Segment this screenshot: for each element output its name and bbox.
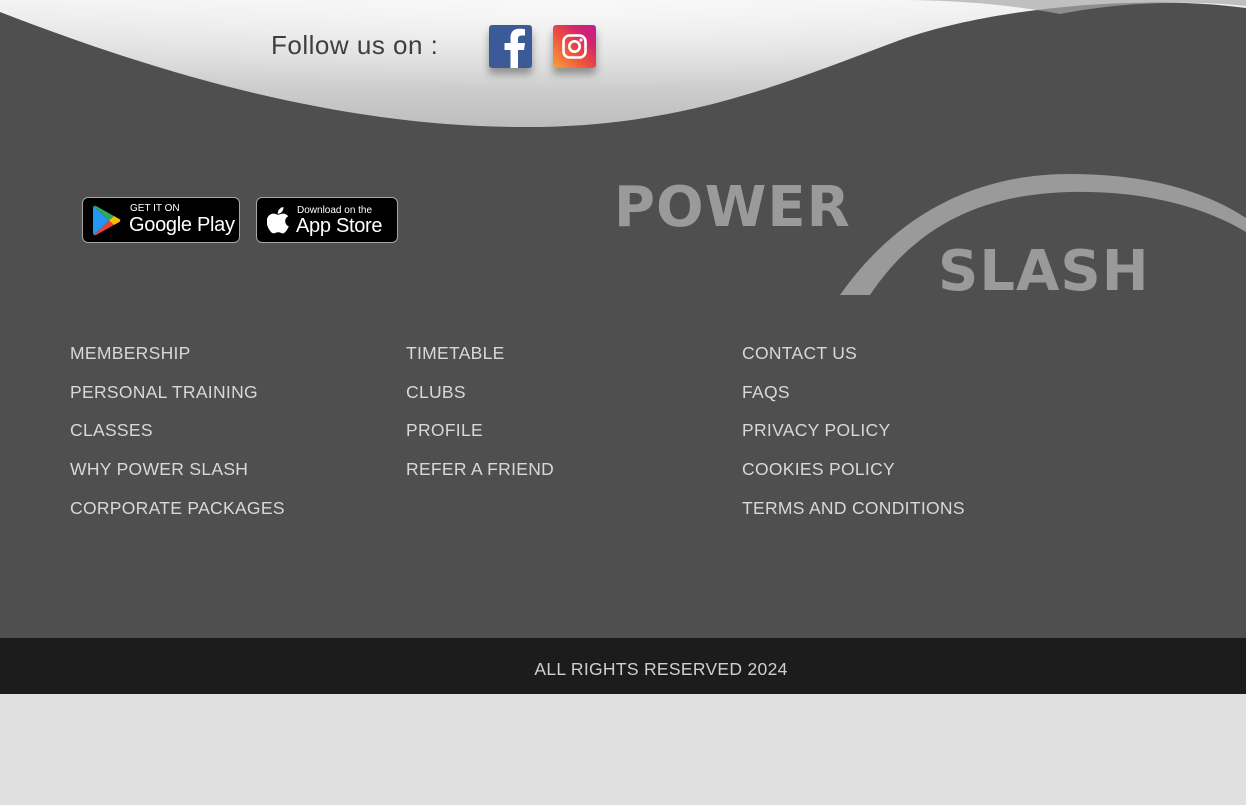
follow-us-label: Follow us on : (271, 30, 439, 60)
google-play-small-text: GET IT ON (130, 203, 180, 214)
wave-decoration (0, 0, 1246, 128)
google-play-icon (93, 205, 121, 236)
footer-link-cookies-policy[interactable]: COOKIES POLICY (742, 459, 965, 498)
footer-link-classes[interactable]: CLASSES (70, 420, 285, 459)
google-play-badge[interactable]: GET IT ON Google Play (82, 197, 240, 243)
footer-link-terms-and-conditions[interactable]: TERMS AND CONDITIONS (742, 498, 965, 537)
footer-links-column-3: CONTACT US FAQS PRIVACY POLICY COOKIES P… (742, 343, 965, 536)
footer-link-timetable[interactable]: TIMETABLE (406, 343, 554, 382)
footer-link-contact-us[interactable]: CONTACT US (742, 343, 965, 382)
site-footer: Follow us on : GET IT ON Google Play Dow… (0, 0, 1246, 638)
footer-link-profile[interactable]: PROFILE (406, 420, 554, 459)
footer-link-personal-training[interactable]: PERSONAL TRAINING (70, 382, 285, 421)
footer-link-refer-a-friend[interactable]: REFER A FRIEND (406, 459, 554, 498)
footer-link-membership[interactable]: MEMBERSHIP (70, 343, 285, 382)
instagram-icon (562, 34, 587, 59)
footer-links-column-1: MEMBERSHIP PERSONAL TRAINING CLASSES WHY… (70, 343, 285, 536)
footer-links-column-2: TIMETABLE CLUBS PROFILE REFER A FRIEND (406, 343, 554, 498)
logo-text-power[interactable]: POWER (614, 176, 851, 240)
footer-link-corporate-packages[interactable]: CORPORATE PACKAGES (70, 498, 285, 537)
footer-link-clubs[interactable]: CLUBS (406, 382, 554, 421)
app-store-big-text: App Store (296, 215, 383, 237)
copyright-bar: ALL RIGHTS RESERVED 2024 (0, 638, 1246, 694)
copyright-text: ALL RIGHTS RESERVED 2024 (534, 659, 788, 679)
footer-link-why-power-slash[interactable]: WHY POWER SLASH (70, 459, 285, 498)
logo-text-slash[interactable]: SLASH (938, 240, 1150, 304)
facebook-icon (504, 28, 525, 68)
footer-link-faqs[interactable]: FAQS (742, 382, 965, 421)
instagram-link[interactable] (553, 25, 596, 68)
app-store-badge[interactable]: Download on the App Store (256, 197, 398, 243)
apple-icon (267, 207, 289, 234)
facebook-link[interactable] (489, 25, 532, 68)
footer-link-privacy-policy[interactable]: PRIVACY POLICY (742, 420, 965, 459)
google-play-big-text: Google Play (129, 214, 235, 236)
